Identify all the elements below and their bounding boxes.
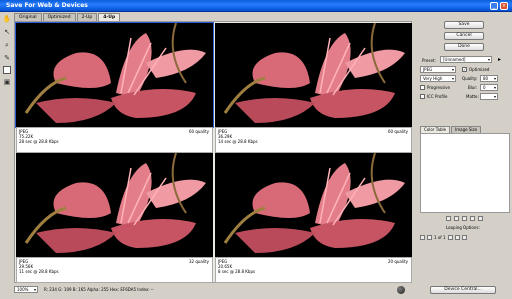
format-select[interactable]: JPEG <box>420 66 456 73</box>
tab-color-table[interactable]: Color Table <box>420 126 451 133</box>
device-central-button[interactable]: Device Central... <box>430 286 496 294</box>
lily-image <box>15 22 214 128</box>
lily-image <box>215 153 412 257</box>
close-icon[interactable]: × <box>500 2 508 10</box>
optimized-label: Optimized <box>469 67 490 72</box>
icc-profile-label: ICC Profile <box>427 94 448 99</box>
save-button[interactable]: Save <box>444 21 484 29</box>
play-icon[interactable] <box>447 234 453 240</box>
eyedropper-color-swatch[interactable] <box>3 66 11 74</box>
pane-info: JPEG 29.56K 11 sec @ 28.8 Kbps 32 qualit… <box>16 257 213 283</box>
hand-tool-icon[interactable]: ✋ <box>2 14 12 24</box>
blur-input[interactable]: 0 <box>480 84 498 91</box>
preview-area: JPEG 75.22K 28 sec @ 28.8 Kbps 60 qualit… <box>14 21 412 283</box>
pane-quality: 60 quality <box>387 129 408 134</box>
pane-info: JPEG 75.22K 28 sec @ 28.8 Kbps 60 qualit… <box>16 127 213 153</box>
quality-input[interactable]: 80 <box>480 75 498 82</box>
pane-time: 14 sec @ 28.8 Kbps <box>218 139 258 144</box>
preset-label: Preset: <box>422 58 436 63</box>
progressive-label: Progressive <box>427 85 451 90</box>
frame-counter: 1 of 1 <box>434 234 446 240</box>
zoom-select[interactable]: 100% <box>14 286 38 293</box>
window-title: Save For Web & Devices <box>6 2 88 9</box>
slice-select-tool-icon[interactable]: ↖ <box>2 27 12 37</box>
tab-4-up[interactable]: 4-Up <box>98 13 121 21</box>
next-frame-icon[interactable] <box>454 234 460 240</box>
pane-quality: 20 quality <box>387 259 408 264</box>
animation-controls: 1 of 1 <box>420 233 510 241</box>
zoom-tool-icon[interactable]: ⌕ <box>2 40 12 50</box>
preset-select[interactable]: [Unnamed] <box>440 56 492 63</box>
toggle-slices-icon[interactable]: ▣ <box>2 77 12 87</box>
first-frame-icon[interactable] <box>420 234 425 240</box>
panel-tabs: Color Table Image Size <box>420 126 482 133</box>
status-bar: 100% R: 234 G: 109 B: 165 Alpha: 255 Hex… <box>14 285 412 295</box>
title-bar: Save For Web & Devices _ × <box>0 0 512 12</box>
lily-image <box>16 153 213 257</box>
last-frame-icon[interactable] <box>461 234 467 240</box>
lock-color-icon[interactable] <box>446 216 451 221</box>
toolbox: ✋ ↖ ⌕ ✎ ▣ <box>1 13 13 283</box>
pane-quality: 60 quality <box>188 129 209 134</box>
optimized-checkbox[interactable]: ✓ <box>462 67 467 72</box>
quality-level-select[interactable]: Very High <box>420 75 456 82</box>
preview-pane[interactable]: JPEG 29.56K 11 sec @ 28.8 Kbps 32 qualit… <box>16 153 213 283</box>
blur-label: Blur: <box>468 85 478 90</box>
trash-icon[interactable] <box>478 216 483 221</box>
web-shift-icon[interactable] <box>454 216 459 221</box>
previous-frame-icon[interactable] <box>427 234 432 240</box>
pane-info: JPEG 36.29K 14 sec @ 28.8 Kbps 60 qualit… <box>215 127 412 153</box>
pane-info: JPEG 20.65K 8 sec @ 28.8 Kbps 20 quality <box>215 257 412 283</box>
preview-pane[interactable]: JPEG 75.22K 28 sec @ 28.8 Kbps 60 qualit… <box>15 22 214 153</box>
preview-pane[interactable]: JPEG 20.65K 8 sec @ 28.8 Kbps 20 quality <box>215 153 412 283</box>
new-color-icon[interactable] <box>462 216 467 221</box>
window-controls: _ × <box>490 2 508 10</box>
done-button[interactable]: Done <box>444 43 484 51</box>
tab-original[interactable]: Original <box>14 13 42 21</box>
preview-pane[interactable]: JPEG 36.29K 14 sec @ 28.8 Kbps 60 qualit… <box>215 23 412 153</box>
color-readout: R: 234 G: 109 B: 165 Alpha: 255 Hex: EF6… <box>44 287 154 292</box>
view-tabs: Original Optimized 2-Up 4-Up <box>14 13 121 21</box>
quality-label: Quality: <box>462 76 478 81</box>
pane-time: 11 sec @ 28.8 Kbps <box>19 269 59 274</box>
lily-image <box>215 23 412 127</box>
eyedropper-tool-icon[interactable]: ✎ <box>2 53 12 63</box>
preview-in-browser-icon[interactable] <box>397 286 405 294</box>
menu-arrow-icon[interactable]: ▸ <box>498 56 501 63</box>
matte-select[interactable] <box>480 93 498 100</box>
cancel-button[interactable]: Cancel <box>444 32 484 40</box>
pane-time: 28 sec @ 28.8 Kbps <box>19 139 59 144</box>
progressive-checkbox[interactable] <box>420 85 425 90</box>
tab-image-size[interactable]: Image Size <box>451 126 482 133</box>
delete-color-icon[interactable] <box>470 216 475 221</box>
tab-2-up[interactable]: 2-Up <box>76 13 98 21</box>
color-table <box>420 133 510 213</box>
matte-label: Matte: <box>466 94 479 99</box>
icc-profile-checkbox[interactable] <box>420 94 425 99</box>
looping-options-label: Looping Options: <box>446 225 480 230</box>
minimize-icon[interactable]: _ <box>490 2 498 10</box>
color-table-tools <box>446 216 483 221</box>
settings-panel: Save Cancel Done Preset: [Unnamed] ▸ JPE… <box>416 13 512 283</box>
pane-time: 8 sec @ 28.8 Kbps <box>218 269 256 274</box>
tab-optimized[interactable]: Optimized <box>42 13 76 21</box>
pane-quality: 32 quality <box>188 259 209 264</box>
